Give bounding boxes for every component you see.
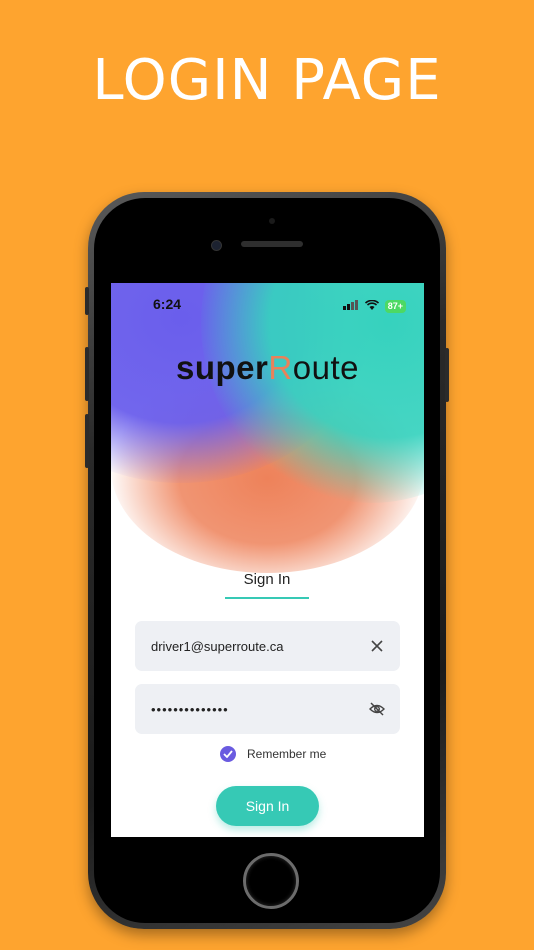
earpiece-speaker — [241, 241, 303, 247]
volume-up-button — [85, 347, 89, 401]
proximity-sensor — [269, 218, 275, 224]
sign-in-button[interactable]: Sign In — [216, 786, 319, 826]
email-input[interactable] — [149, 637, 368, 655]
mute-switch — [85, 287, 89, 315]
tab-sign-in[interactable]: Sign In — [225, 571, 309, 599]
front-camera — [211, 240, 222, 251]
eye-off-icon[interactable] — [368, 700, 386, 718]
volume-down-button — [85, 414, 89, 468]
app-screen: 6:24 87+ superRoute Sign In Remember me — [111, 283, 424, 837]
check-icon[interactable] — [220, 746, 236, 762]
password-field[interactable] — [135, 684, 400, 734]
logo-accent-letter: R — [268, 349, 293, 386]
page-title: LOGIN PAGE — [92, 48, 442, 113]
battery-indicator: 87+ — [384, 299, 406, 313]
app-logo: superRoute — [111, 349, 424, 387]
logo-text-super: super — [176, 349, 269, 386]
status-time: 6:24 — [153, 296, 182, 312]
close-icon[interactable] — [368, 637, 386, 655]
power-button — [445, 348, 449, 402]
password-input[interactable] — [149, 700, 368, 718]
wifi-icon — [364, 297, 379, 315]
status-icons: 87+ — [342, 297, 406, 315]
home-button[interactable] — [243, 853, 299, 909]
logo-text-route: oute — [292, 349, 359, 386]
remember-me-label: Remember me — [247, 747, 327, 761]
remember-me-row[interactable]: Remember me — [220, 746, 326, 762]
status-bar: 6:24 87+ — [111, 283, 424, 323]
email-field[interactable] — [135, 621, 400, 671]
cellular-signal-icon — [342, 297, 359, 315]
